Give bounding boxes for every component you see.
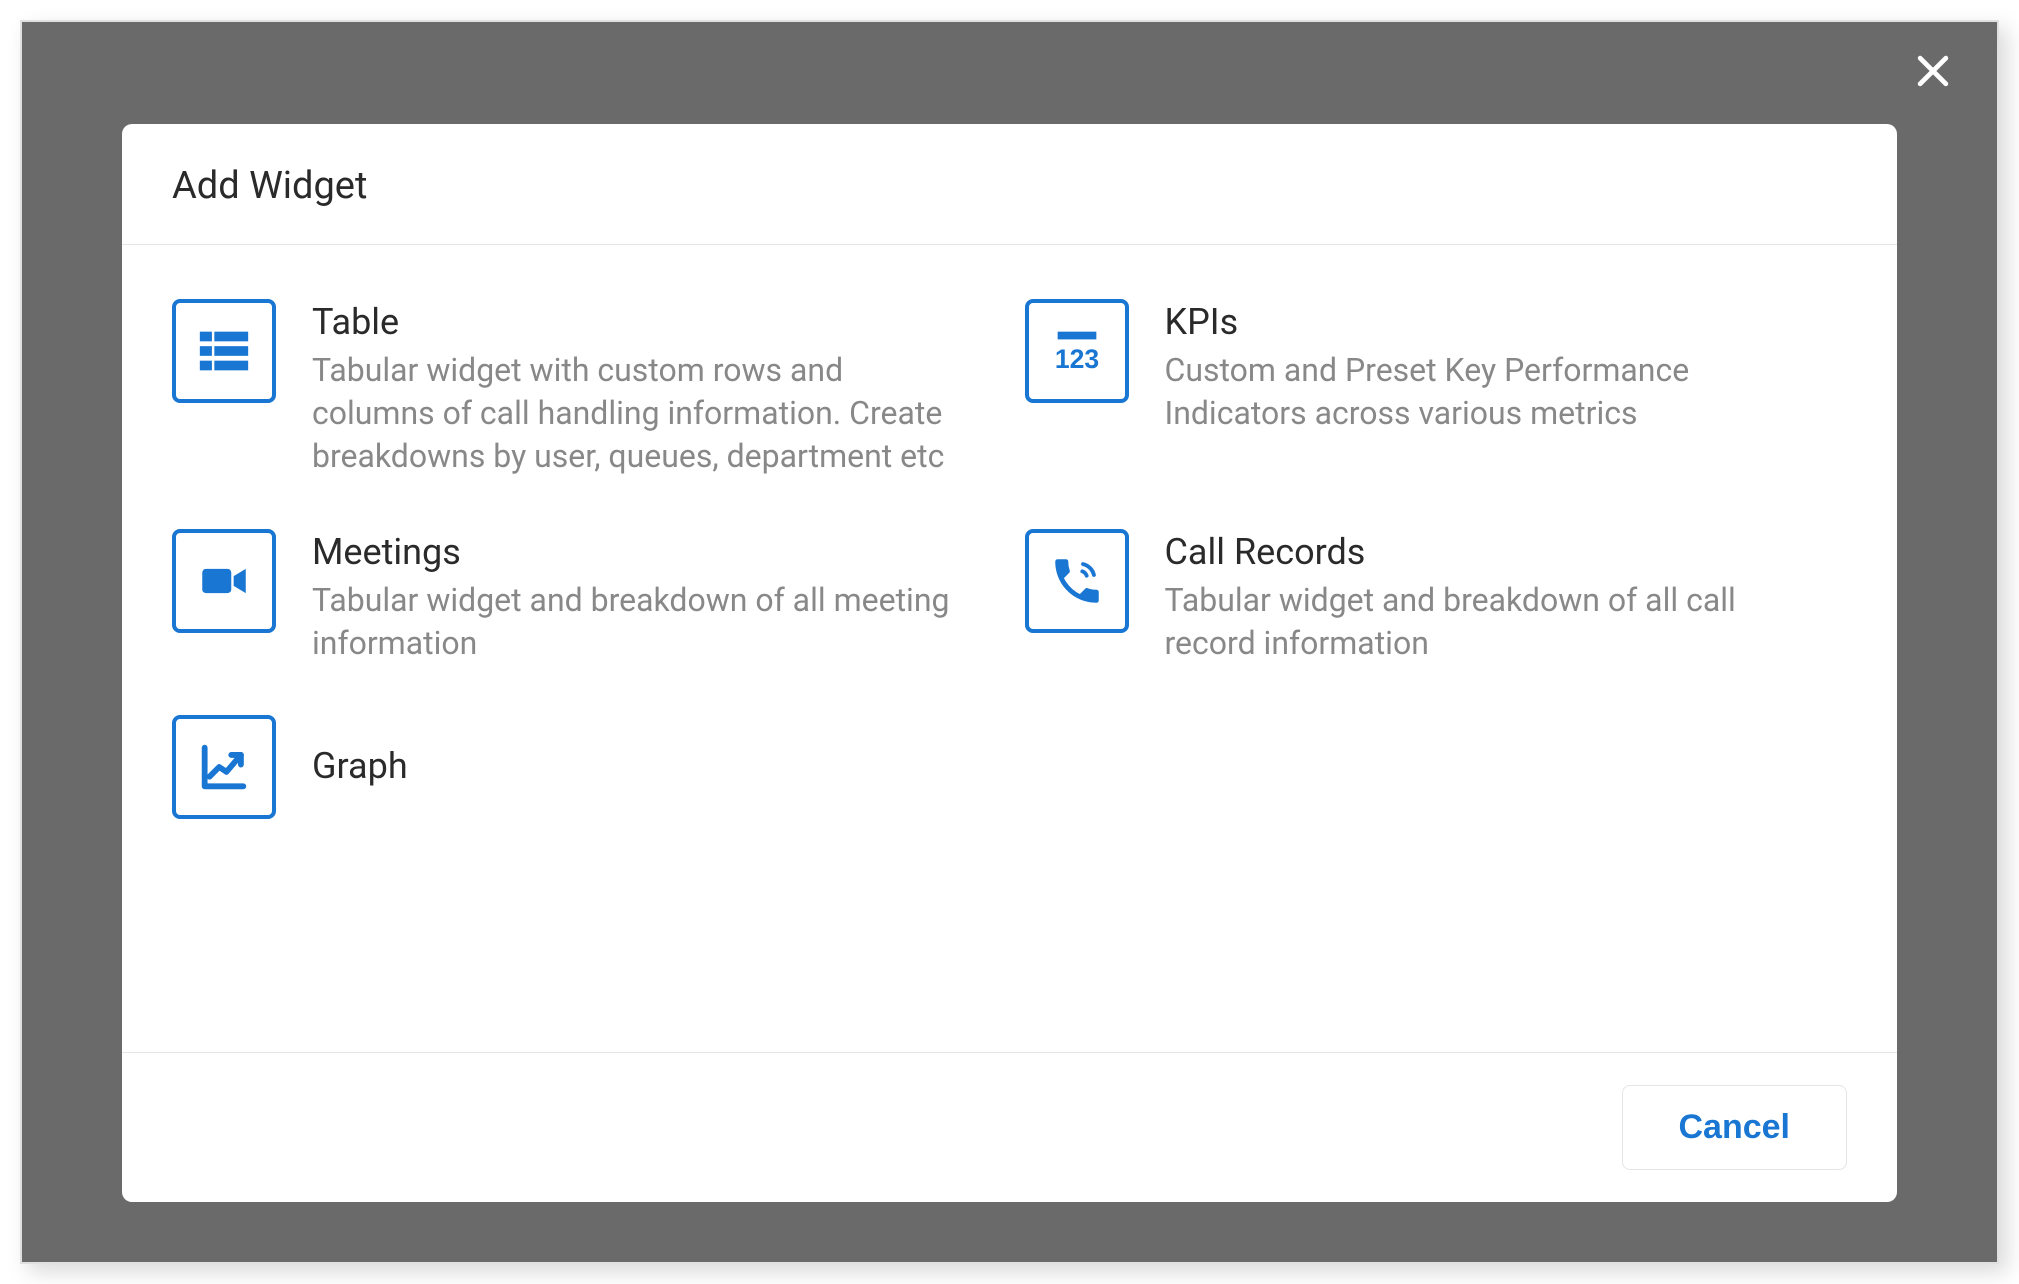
option-text: Graph (312, 715, 408, 793)
phone-icon (1025, 529, 1129, 633)
option-title: KPIs (1165, 301, 1805, 343)
cancel-button[interactable]: Cancel (1622, 1085, 1848, 1170)
kpi-icon: 123 (1025, 299, 1129, 403)
widget-option-kpis[interactable]: 123 KPIs Custom and Preset Key Performan… (1025, 299, 1848, 479)
dialog-footer: Cancel (122, 1052, 1897, 1202)
option-description: Tabular widget with custom rows and colu… (312, 349, 952, 479)
widget-options-grid: Table Tabular widget with custom rows an… (122, 245, 1897, 1052)
line-chart-icon (172, 715, 276, 819)
widget-option-call-records[interactable]: Call Records Tabular widget and breakdow… (1025, 529, 1848, 665)
dialog-title: Add Widget (172, 164, 1847, 208)
widget-option-meetings[interactable]: Meetings Tabular widget and breakdown of… (172, 529, 995, 665)
option-text: Table Tabular widget with custom rows an… (312, 299, 952, 479)
dialog-header: Add Widget (122, 124, 1897, 245)
close-button[interactable] (1905, 46, 1961, 102)
widget-option-graph[interactable]: Graph (172, 715, 995, 819)
svg-text:123: 123 (1054, 344, 1098, 374)
option-description: Tabular widget and breakdown of all call… (1165, 579, 1805, 665)
option-description: Tabular widget and breakdown of all meet… (312, 579, 952, 665)
widget-option-table[interactable]: Table Tabular widget with custom rows an… (172, 299, 995, 479)
overlay-header (22, 22, 1997, 114)
video-camera-icon (172, 529, 276, 633)
option-title: Meetings (312, 531, 952, 573)
table-icon (172, 299, 276, 403)
modal-overlay: Add Widget (22, 22, 1997, 1262)
option-title: Call Records (1165, 531, 1805, 573)
option-text: KPIs Custom and Preset Key Performance I… (1165, 299, 1805, 435)
option-title: Table (312, 301, 952, 343)
add-widget-dialog: Add Widget (122, 124, 1897, 1202)
option-description: Custom and Preset Key Performance Indica… (1165, 349, 1805, 435)
option-text: Call Records Tabular widget and breakdow… (1165, 529, 1805, 665)
option-title: Graph (312, 745, 408, 787)
option-text: Meetings Tabular widget and breakdown of… (312, 529, 952, 665)
close-icon (1911, 46, 1955, 102)
app-frame: Add Widget (20, 20, 1999, 1264)
